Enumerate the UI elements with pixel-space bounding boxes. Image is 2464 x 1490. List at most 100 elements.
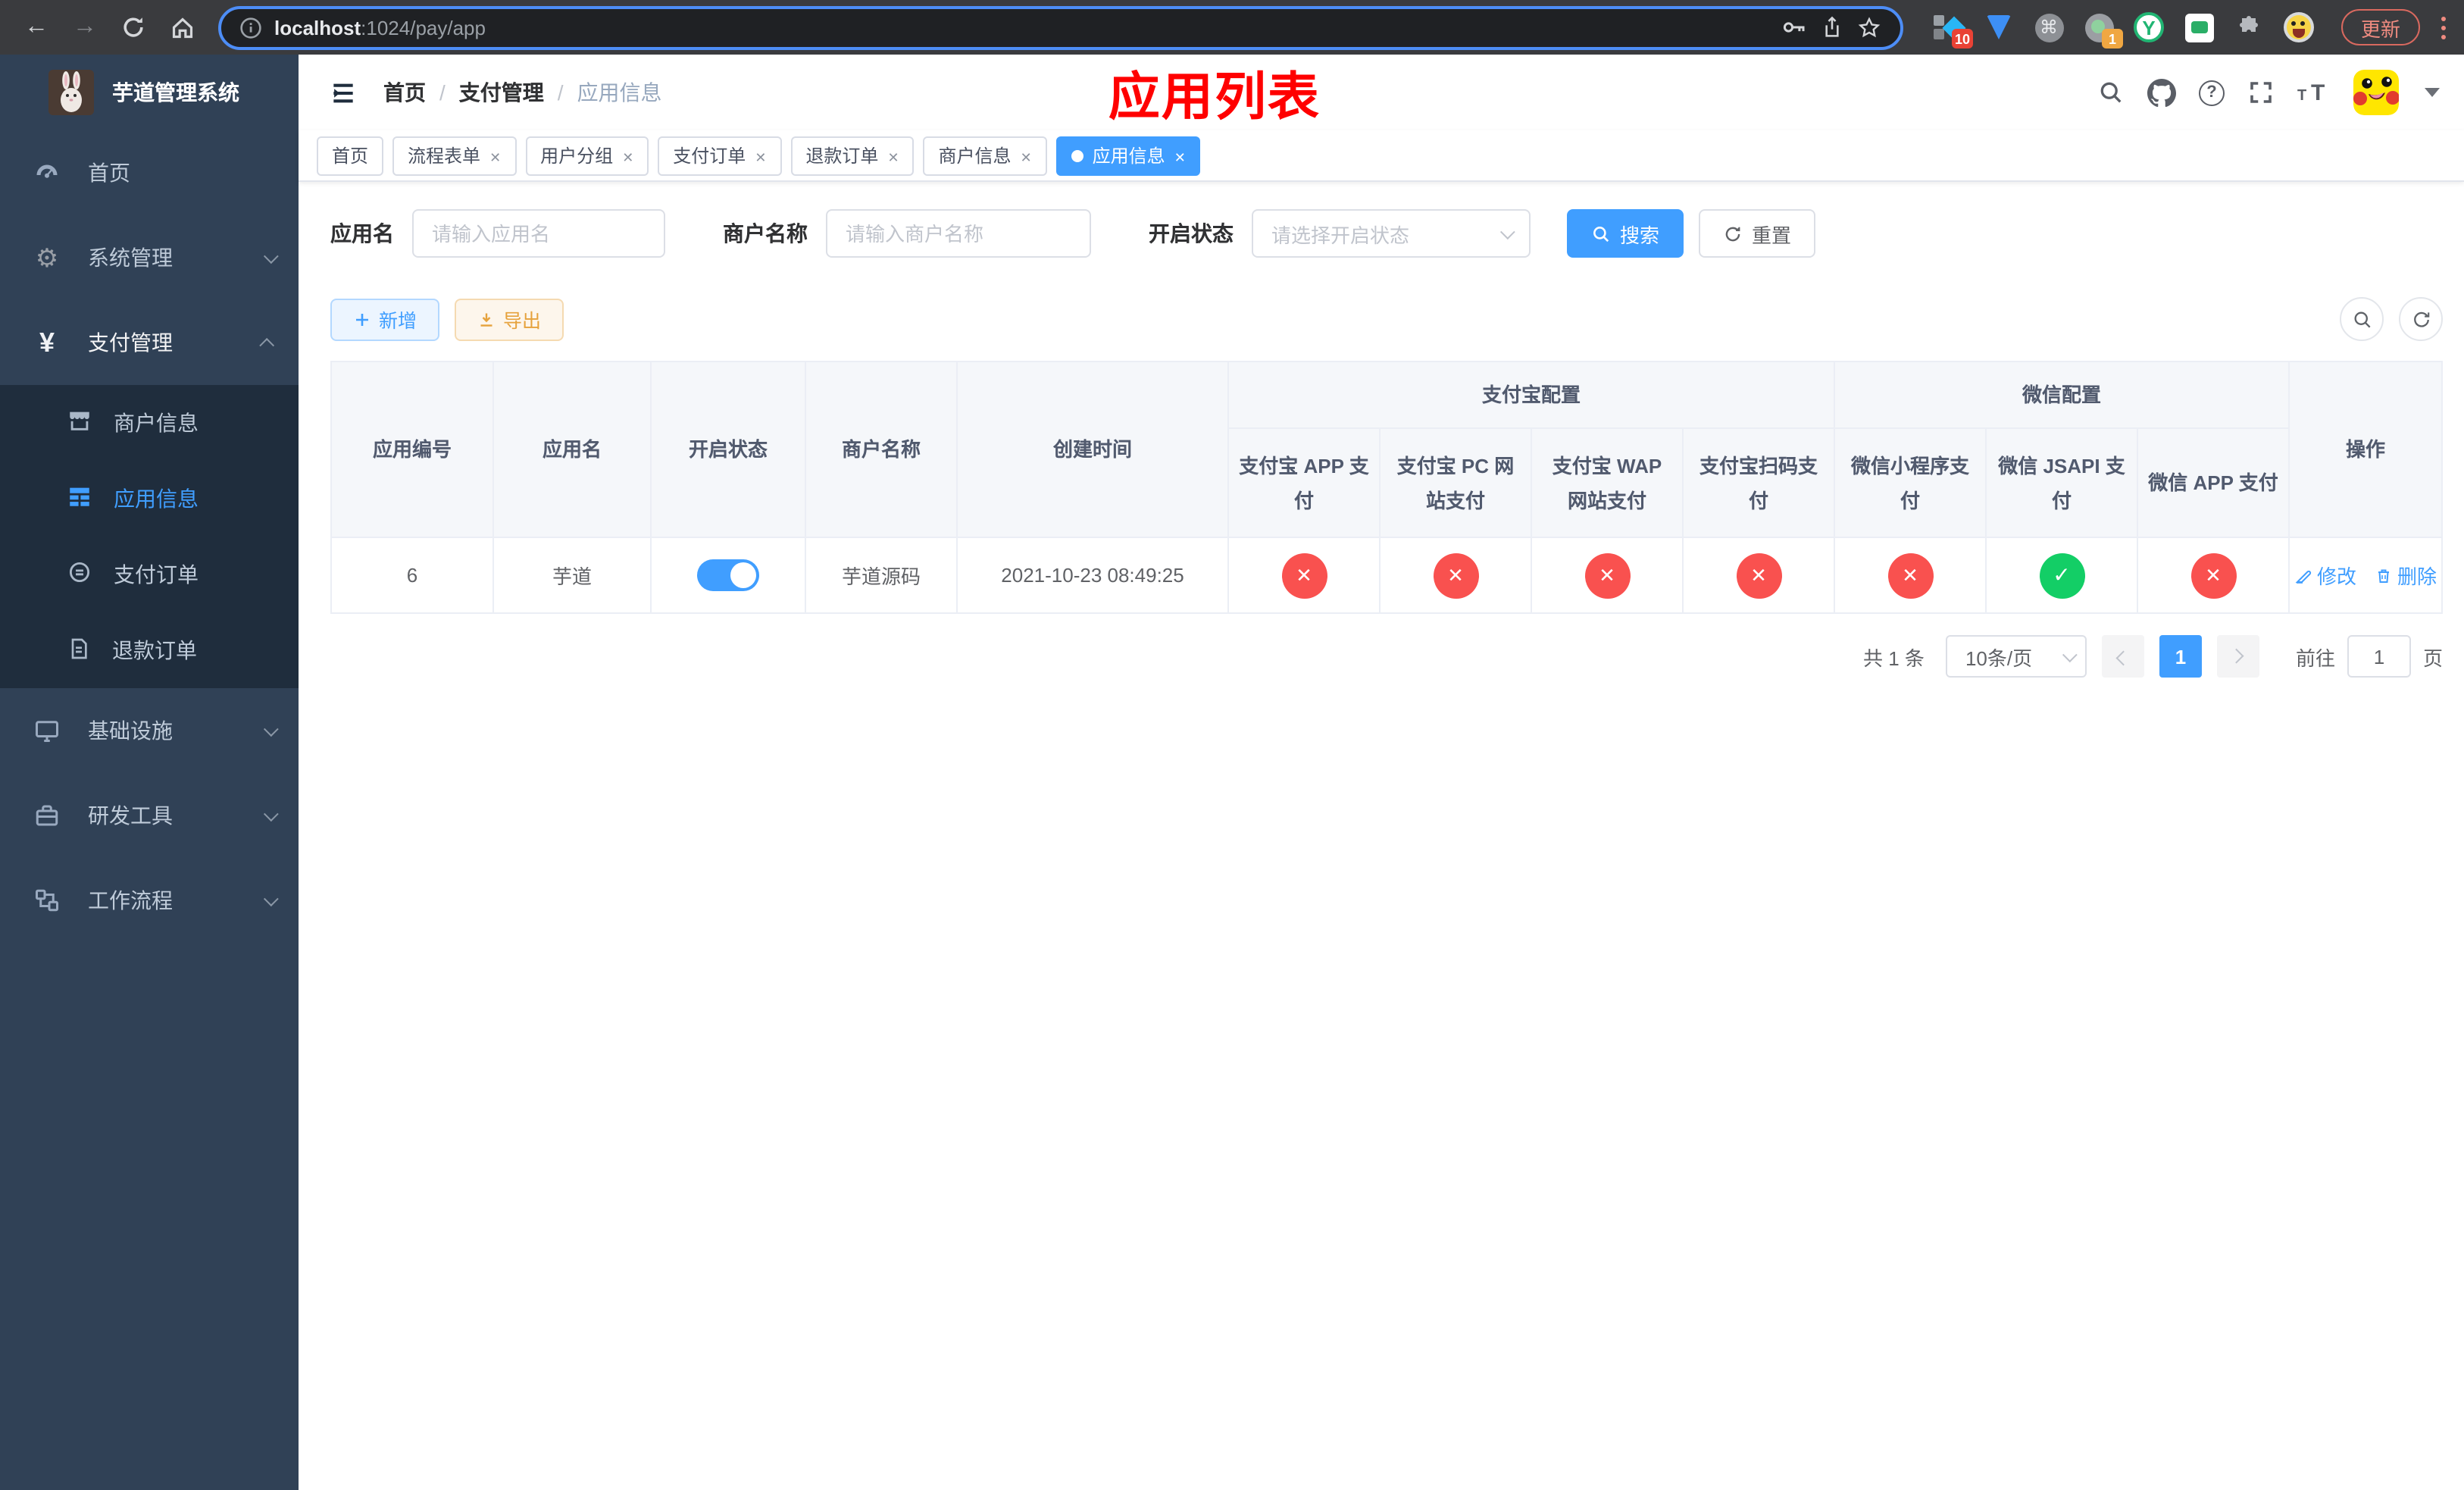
prev-page-button[interactable] xyxy=(2101,635,2144,678)
merchant-name-input[interactable] xyxy=(826,209,1091,258)
sidebar-item-infrastructure[interactable]: 基础设施 xyxy=(0,688,299,773)
col-status: 开启状态 xyxy=(650,361,806,538)
svg-text:T: T xyxy=(2311,80,2325,105)
edit-link[interactable]: 修改 xyxy=(2294,561,2356,590)
browser-update-button[interactable]: 更新 xyxy=(2341,9,2421,45)
extension-icon-6[interactable] xyxy=(2184,12,2214,42)
browser-reload-icon[interactable] xyxy=(112,6,155,49)
search-button[interactable]: 搜索 xyxy=(1567,209,1684,258)
extension-icon-1[interactable]: 10 xyxy=(1934,12,1973,49)
goto-page-input[interactable] xyxy=(2347,635,2411,678)
sidebar-toggle-icon[interactable] xyxy=(317,67,368,118)
extensions-puzzle-icon[interactable] xyxy=(2234,12,2264,42)
breadcrumb: 首页 / 支付管理 / 应用信息 xyxy=(383,77,662,108)
tab-app-info[interactable]: 应用信息 xyxy=(1055,136,1201,175)
avatar-dropdown-caret[interactable] xyxy=(2425,88,2440,97)
tab-refund-order[interactable]: 退款订单 xyxy=(790,136,915,175)
document-icon xyxy=(67,636,91,665)
add-button[interactable]: 新增 xyxy=(330,298,440,340)
current-page-button[interactable]: 1 xyxy=(2159,635,2202,678)
chevron-down-icon xyxy=(2062,646,2078,662)
sidebar-item-payment[interactable]: ¥ 支付管理 xyxy=(0,300,299,385)
next-page-button[interactable] xyxy=(2216,635,2259,678)
tab-pay-order[interactable]: 支付订单 xyxy=(658,136,782,175)
sidebar-item-refund-order[interactable]: 退款订单 xyxy=(0,612,299,688)
browser-forward-icon[interactable] xyxy=(64,6,106,49)
sidebar-item-app-info[interactable]: 应用信息 xyxy=(0,461,299,537)
close-icon[interactable] xyxy=(755,145,766,166)
close-icon[interactable] xyxy=(1174,145,1186,166)
sidebar-item-pay-order[interactable]: 支付订单 xyxy=(0,537,299,612)
browser-menu-icon[interactable] xyxy=(2438,12,2449,42)
export-button[interactable]: 导出 xyxy=(455,298,564,340)
share-icon[interactable] xyxy=(1820,15,1844,39)
chevron-down-icon xyxy=(1499,224,1515,239)
extension-icon-3[interactable]: ⌘ xyxy=(2034,12,2064,42)
delete-link[interactable]: 删除 xyxy=(2375,561,2437,590)
pagination-total: 共 1 条 xyxy=(1863,646,1925,669)
reset-button[interactable]: 重置 xyxy=(1699,209,1816,258)
password-key-icon[interactable] xyxy=(1781,14,1808,41)
close-icon[interactable] xyxy=(887,145,899,166)
header-search-icon[interactable] xyxy=(2097,79,2125,106)
merchant-name-label: 商户名称 xyxy=(723,221,808,246)
cell-created: 2021-10-23 08:49:25 xyxy=(956,537,1229,614)
user-avatar[interactable] xyxy=(2353,70,2399,115)
tab-merchant-info[interactable]: 商户信息 xyxy=(923,136,1047,175)
help-icon[interactable] xyxy=(2199,80,2225,105)
wechat-jsapi-status-icon xyxy=(2039,552,2085,598)
store-icon xyxy=(67,408,92,438)
col-alipay-app: 支付宝 APP 支付 xyxy=(1227,427,1381,538)
extension-icon-5[interactable]: Y xyxy=(2134,12,2164,42)
breadcrumb-home[interactable]: 首页 xyxy=(383,77,426,108)
chevron-down-icon xyxy=(263,248,279,264)
alipay-qr-status-icon xyxy=(1736,552,1781,598)
page-size-select[interactable]: 10条/页 xyxy=(1945,635,2087,678)
sidebar-item-home[interactable]: 首页 xyxy=(0,130,299,215)
toggle-search-button[interactable] xyxy=(2340,297,2384,341)
extension-icon-4[interactable]: 1 xyxy=(2084,12,2123,49)
col-actions: 操作 xyxy=(2288,361,2443,538)
alipay-wap-status-icon xyxy=(1584,552,1630,598)
close-icon[interactable] xyxy=(622,145,633,166)
close-icon[interactable] xyxy=(1021,145,1032,166)
browser-back-icon[interactable] xyxy=(15,6,58,49)
address-bar[interactable]: localhost:1024/pay/app xyxy=(218,5,1903,49)
app-name-label: 应用名 xyxy=(330,221,394,246)
sidebar-item-dev-tools[interactable]: 研发工具 xyxy=(0,773,299,858)
status-select[interactable]: 请选择开启状态 xyxy=(1252,209,1531,258)
toolbox-icon xyxy=(30,802,64,829)
font-size-icon[interactable]: TT xyxy=(2297,80,2331,105)
profile-avatar-icon[interactable] xyxy=(2284,12,2314,42)
app-title: 芋道管理系统 xyxy=(112,80,239,105)
col-app-name: 应用名 xyxy=(492,361,652,538)
wechat-mini-status-icon xyxy=(1887,552,1934,598)
fullscreen-icon[interactable] xyxy=(2247,79,2275,106)
pagination: 共 1 条 10条/页 1 前往 页 xyxy=(330,635,2443,678)
github-icon[interactable] xyxy=(2147,78,2176,107)
status-toggle[interactable] xyxy=(697,559,759,591)
tab-home[interactable]: 首页 xyxy=(317,136,384,175)
order-icon xyxy=(67,559,92,590)
site-info-icon[interactable] xyxy=(239,16,262,39)
bookmark-star-icon[interactable] xyxy=(1856,14,1882,40)
sidebar-item-merchant-info[interactable]: 商户信息 xyxy=(0,385,299,461)
sidebar-item-workflow[interactable]: 工作流程 xyxy=(0,858,299,943)
extension-badge: 10 xyxy=(1951,29,1973,49)
refresh-button[interactable] xyxy=(2399,297,2443,341)
sidebar-logo[interactable]: 芋道管理系统 xyxy=(0,55,299,130)
tab-process-form[interactable]: 流程表单 xyxy=(392,136,517,175)
browser-home-icon[interactable] xyxy=(161,6,203,49)
chevron-down-icon xyxy=(263,891,279,906)
extension-icon-2[interactable] xyxy=(1984,12,2014,42)
table-row: 6 芋道 芋道源码 2021-10-23 08:49:25 ✕ ✕ ✕ ✕ ✕ … xyxy=(330,537,2443,614)
sidebar-item-system[interactable]: ⚙ 系统管理 xyxy=(0,215,299,300)
cell-actions: 修改 删除 xyxy=(2288,537,2443,614)
extensions-strip: 10 ⌘ 1 Y xyxy=(1934,12,2314,49)
app-name-input[interactable] xyxy=(412,209,665,258)
close-icon[interactable] xyxy=(489,145,501,166)
breadcrumb-payment[interactable]: 支付管理 xyxy=(459,77,544,108)
tab-user-group[interactable]: 用户分组 xyxy=(525,136,649,175)
col-wechat-app: 微信 APP 支付 xyxy=(2137,427,2290,538)
monitor-icon xyxy=(30,717,64,744)
